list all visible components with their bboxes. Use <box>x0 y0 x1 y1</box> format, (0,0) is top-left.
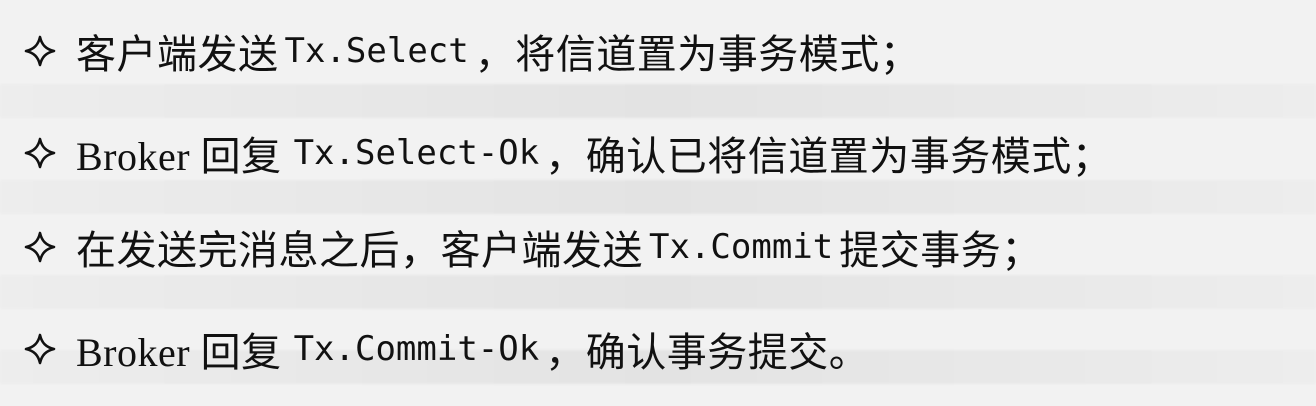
background-bleed-line <box>0 180 1316 214</box>
background-bleed-line <box>0 84 1316 118</box>
list-item: Broker 回复 Tx.Commit-Ok ，确认事务提交。 <box>24 322 869 376</box>
item-code: Tx.Commit-Ok <box>293 329 540 369</box>
item-text-pre: Broker 回复 <box>76 134 282 179</box>
item-text-post: ，确认已将信道置为事务模式； <box>545 134 1113 180</box>
list-item: 在发送完消息之后，客户端发送 Tx.Commit 提交事务； <box>24 220 1042 274</box>
item-code: Tx.Select-Ok <box>293 133 540 173</box>
background-bleed-line <box>0 275 1316 309</box>
diamond-star-icon <box>24 35 76 67</box>
diamond-star-icon <box>24 231 76 263</box>
item-text-post: ，确认事务提交。 <box>545 330 870 376</box>
list-item: Broker 回复 Tx.Select-Ok ，确认已将信道置为事务模式； <box>24 126 1112 180</box>
list-item: 客户端发送 Tx.Select ，将信道置为事务模式； <box>24 24 920 78</box>
item-text-post: ，将信道置为事务模式； <box>474 32 921 78</box>
item-text-pre: 在发送完消息之后，客户端发送 <box>76 228 643 274</box>
item-code: Tx.Commit <box>649 227 834 267</box>
item-text-pre: 客户端发送 <box>76 32 279 78</box>
diamond-star-icon <box>24 137 76 169</box>
item-text-pre: Broker 回复 <box>76 330 282 375</box>
item-text-post: 提交事务； <box>839 228 1042 274</box>
diamond-star-icon <box>24 333 76 365</box>
item-code: Tx.Select <box>284 31 469 71</box>
